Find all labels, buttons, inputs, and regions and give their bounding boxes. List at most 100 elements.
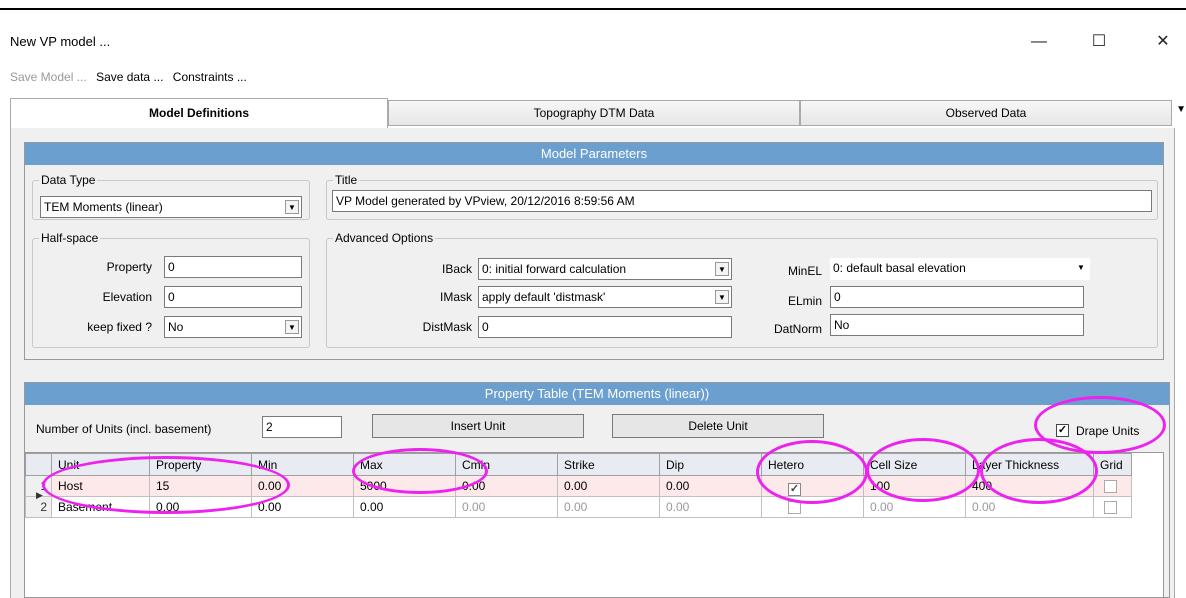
property-grid: Unit Property Min Max Cmin Strike Dip He… [24,452,1164,598]
distmask-input[interactable]: 0 [478,316,732,338]
cell-property[interactable]: 0.00 [149,496,252,518]
property-table-header: Property Table (TEM Moments (linear)) [25,383,1169,405]
cell-hetero[interactable]: ✓ [761,475,864,497]
cell-cell-size[interactable]: 100 [863,475,966,497]
cell-cmin[interactable]: 0.00 [455,496,558,518]
col-grid[interactable]: Grid [1093,453,1132,476]
property-label: Property [106,260,152,274]
datnorm-label: DatNorm [773,322,822,336]
col-dip[interactable]: Dip [659,453,762,476]
data-type-legend: Data Type [39,173,98,187]
drape-units-checkbox[interactable]: ✓ [1056,424,1069,437]
advanced-options-legend: Advanced Options [333,231,436,245]
col-layer-thickness[interactable]: Layer Thickness [965,453,1094,476]
chevron-down-icon: ▼ [715,262,729,276]
imask-value: apply default 'distmask' [482,290,606,304]
minel-label: MinEL [787,264,822,278]
delete-unit-button[interactable]: Delete Unit [612,414,824,438]
grid-checkbox[interactable] [1104,501,1117,514]
keep-fixed-select[interactable]: No ▼ [164,316,302,338]
col-hetero[interactable]: Hetero [761,453,864,476]
data-type-select[interactable]: TEM Moments (linear) ▼ [40,196,302,218]
half-space-legend: Half-space [39,231,101,245]
tab-observed-data[interactable]: Observed Data [800,100,1172,126]
col-cell-size[interactable]: Cell Size [863,453,966,476]
cell-min[interactable]: 0.00 [251,475,354,497]
imask-label: IMask [439,290,472,304]
iback-label: IBack [441,262,472,276]
row-indicator-icon: ▶ [36,490,43,500]
elevation-input[interactable]: 0 [164,286,302,308]
minimize-button[interactable]: — [1024,28,1054,56]
maximize-button[interactable]: ☐ [1084,28,1114,56]
model-parameters-header: Model Parameters [25,143,1163,165]
cell-strike[interactable]: 0.00 [557,496,660,518]
cell-layer-thickness[interactable]: 400 [965,475,1094,497]
units-count-label: Number of Units (incl. basement) [36,422,212,436]
drape-units-label: Drape Units [1076,424,1140,438]
menu-save-model[interactable]: Save Model ... [10,70,87,84]
hetero-checkbox[interactable] [788,501,801,514]
insert-unit-button[interactable]: Insert Unit [372,414,584,438]
hetero-checkbox[interactable]: ✓ [788,482,801,496]
chevron-down-icon: ▼ [285,320,299,334]
cell-hetero[interactable] [761,496,864,518]
top-border [0,8,1186,10]
cell-grid[interactable] [1093,475,1132,497]
table-header-row: Unit Property Min Max Cmin Strike Dip He… [25,453,1132,476]
datnorm-input[interactable]: No [830,314,1084,336]
chevron-down-icon: ▼ [1077,263,1085,272]
units-count-input[interactable]: 2 [262,416,342,438]
elevation-label: Elevation [102,290,152,304]
keep-fixed-value: No [168,320,184,334]
tab-strip: Model Definitions Topography DTM Data Ob… [10,98,1186,128]
col-min[interactable]: Min [251,453,354,476]
tab-topography[interactable]: Topography DTM Data [388,100,800,126]
cell-strike[interactable]: 0.00 [557,475,660,497]
grid-checkbox[interactable] [1104,480,1117,493]
cell-min[interactable]: 0.00 [251,496,354,518]
data-type-value: TEM Moments (linear) [44,200,163,214]
col-property[interactable]: Property [149,453,252,476]
window-title: New VP model ... [10,34,111,49]
cell-max[interactable]: 5000 [353,475,456,497]
cell-dip[interactable]: 0.00 [659,496,762,518]
cell-layer-thickness[interactable]: 0.00 [965,496,1094,518]
iback-value: 0: initial forward calculation [482,262,627,276]
elmin-input[interactable]: 0 [830,286,1084,308]
col-max[interactable]: Max [353,453,456,476]
cell-grid[interactable] [1093,496,1132,518]
cell-dip[interactable]: 0.00 [659,475,762,497]
minel-value: 0: default basal elevation [833,261,966,275]
distmask-label: DistMask [422,320,472,334]
cell-property[interactable]: 15 [149,475,252,497]
cell-unit[interactable]: Basement [51,496,150,518]
cell-cmin[interactable]: 0.00 [455,475,558,497]
elmin-label: ELmin [787,294,822,308]
menu-save-data[interactable]: Save data ... [96,70,163,84]
property-input[interactable]: 0 [164,256,302,278]
imask-select[interactable]: apply default 'distmask' ▼ [478,286,732,308]
cell-cell-size[interactable]: 0.00 [863,496,966,518]
tab-overflow-arrow-icon[interactable]: ▼ [1176,104,1186,115]
tab-model-definitions[interactable]: Model Definitions [10,98,388,128]
close-button[interactable]: ✕ [1148,28,1178,56]
title-bar: New VP model ... — ☐ ✕ [10,26,1186,60]
title-legend: Title [333,173,360,187]
property-table: Unit Property Min Max Cmin Strike Dip He… [25,453,1132,518]
row-header-corner [25,453,52,476]
keep-fixed-label: keep fixed ? [87,320,152,334]
cell-max[interactable]: 0.00 [353,496,456,518]
chevron-down-icon: ▼ [285,200,299,214]
chevron-down-icon: ▼ [715,290,729,304]
minel-select[interactable]: 0: default basal elevation ▼ [830,258,1090,280]
title-input[interactable]: VP Model generated by VPview, 20/12/2016… [332,190,1152,212]
col-unit[interactable]: Unit [51,453,150,476]
cell-unit[interactable]: Host [51,475,150,497]
iback-select[interactable]: 0: initial forward calculation ▼ [478,258,732,280]
table-row[interactable]: 2 Basement 0.00 0.00 0.00 0.00 0.00 0.00… [25,496,1132,518]
col-strike[interactable]: Strike [557,453,660,476]
col-cmin[interactable]: Cmin [455,453,558,476]
table-row[interactable]: 1 Host 15 0.00 5000 0.00 0.00 0.00 ✓ 100… [25,475,1132,497]
menu-constraints[interactable]: Constraints ... [173,70,247,84]
